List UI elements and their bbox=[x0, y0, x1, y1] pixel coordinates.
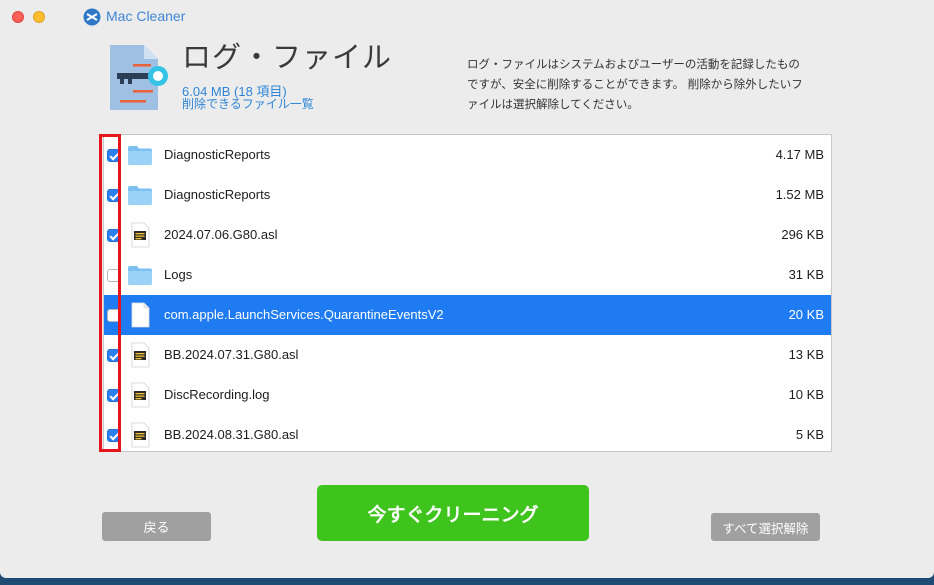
page-title: ログ・ファイル bbox=[182, 40, 393, 74]
blank-file-icon bbox=[126, 301, 154, 329]
log-file-icon bbox=[126, 341, 154, 369]
description-text: ログ・ファイルはシステムおよびユーザーの活動を記録したものですが、安全に削除する… bbox=[467, 57, 803, 111]
file-row[interactable]: 2024.07.06.G80.asl 296 KB bbox=[104, 215, 831, 255]
file-name: DiagnosticReports bbox=[164, 147, 271, 162]
log-file-icon bbox=[126, 381, 154, 409]
close-window-button[interactable] bbox=[12, 11, 24, 23]
file-list: DiagnosticReports 4.17 MB DiagnosticReport… bbox=[103, 134, 832, 452]
file-row[interactable]: com.apple.LaunchServices.QuarantineEvent… bbox=[104, 295, 831, 335]
file-size: 296 KB bbox=[781, 227, 824, 242]
folder-icon bbox=[126, 261, 154, 289]
file-name: DiagnosticReports bbox=[164, 187, 271, 202]
file-size: 4.17 MB bbox=[775, 147, 824, 162]
file-row[interactable]: Logs 31 KB bbox=[104, 255, 831, 295]
file-size: 20 KB bbox=[788, 307, 824, 322]
app-name: Mac Cleaner bbox=[106, 8, 186, 24]
file-row[interactable]: DiscRecording.log 10 KB bbox=[104, 375, 831, 415]
app-window: Mac Cleaner ログ・ファイル 6.04 MB (18 項目) 削除でき… bbox=[0, 0, 934, 578]
log-file-icon bbox=[126, 221, 154, 249]
minimize-window-button[interactable] bbox=[33, 11, 45, 23]
back-button[interactable]: 戻る bbox=[102, 512, 211, 541]
file-name: BB.2024.08.31.G80.asl bbox=[164, 427, 299, 442]
file-row[interactable]: BB.2024.07.31.G80.asl 13 KB bbox=[104, 335, 831, 375]
file-size: 5 KB bbox=[795, 427, 824, 442]
mac-cleaner-logo-icon bbox=[83, 8, 101, 26]
file-size: 1.52 MB bbox=[775, 187, 824, 202]
deselect-all-button[interactable]: すべて選択解除 bbox=[711, 513, 820, 541]
file-name: Logs bbox=[164, 267, 193, 282]
file-name: 2024.07.06.G80.asl bbox=[164, 227, 278, 242]
checkbox-highlight-annotation bbox=[99, 134, 121, 452]
folder-icon bbox=[126, 141, 154, 169]
file-name: com.apple.LaunchServices.QuarantineEvent… bbox=[164, 307, 444, 322]
file-row[interactable]: DiagnosticReports 4.17 MB bbox=[104, 135, 831, 175]
file-size: 10 KB bbox=[788, 387, 824, 402]
file-size: 13 KB bbox=[788, 347, 824, 362]
title-bar: Mac Cleaner bbox=[0, 0, 934, 32]
folder-icon bbox=[126, 181, 154, 209]
log-file-icon bbox=[126, 421, 154, 449]
file-name: DiscRecording.log bbox=[164, 387, 270, 402]
file-row[interactable]: DiagnosticReports 1.52 MB bbox=[104, 175, 831, 215]
file-row[interactable]: BB.2024.08.31.G80.asl 5 KB bbox=[104, 415, 831, 455]
file-size: 31 KB bbox=[788, 267, 824, 282]
clean-now-button[interactable]: 今すぐクリーニング bbox=[317, 485, 589, 541]
file-name: BB.2024.07.31.G80.asl bbox=[164, 347, 299, 362]
log-file-key-icon bbox=[110, 45, 168, 110]
deletable-files-list-link[interactable]: 削除できるファイル一覧 bbox=[182, 95, 314, 112]
